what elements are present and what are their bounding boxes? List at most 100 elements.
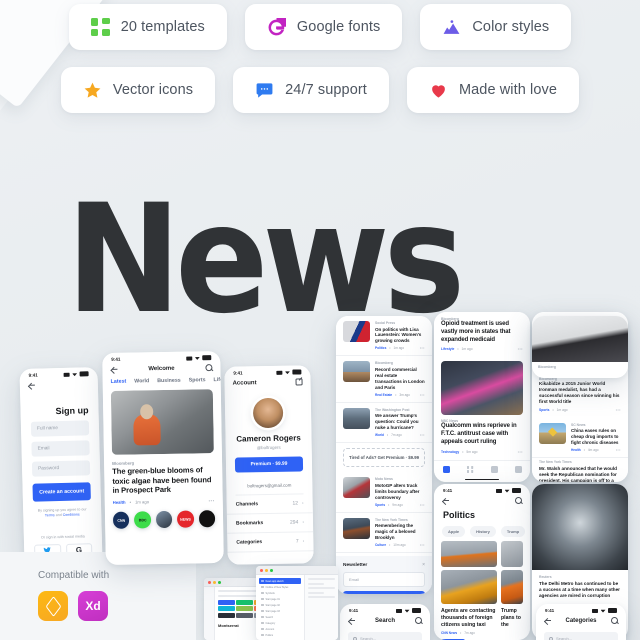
minimize-icon[interactable] — [265, 568, 268, 572]
more-options-icon[interactable]: ••• — [420, 346, 425, 350]
tab-categories-icon[interactable] — [466, 465, 474, 473]
layer-label: News app.sketch — [265, 579, 284, 583]
politics-side-card[interactable]: Trump plans to the — [501, 541, 523, 640]
xd-app-icon[interactable]: Xd — [78, 591, 108, 621]
more-options-icon[interactable]: ••• — [420, 503, 425, 507]
news-card[interactable]: Bloomberg Opioid treatment is used vastl… — [434, 312, 530, 357]
back-icon[interactable] — [28, 382, 35, 389]
badge-color-styles[interactable]: Color styles — [420, 4, 572, 50]
politics-main-card[interactable]: Agents are contacting thousands of forei… — [441, 541, 497, 640]
tool-sidebar[interactable] — [204, 587, 215, 640]
tile-dog[interactable]: Bloomberg — [532, 316, 628, 378]
more-options-icon[interactable]: ••• — [518, 450, 523, 454]
more-options-icon[interactable]: ••• — [420, 433, 425, 437]
subscribe-button[interactable]: Subscribe — [343, 591, 425, 594]
close-icon[interactable] — [208, 580, 211, 584]
swatch[interactable] — [218, 599, 235, 605]
signal-icon — [276, 370, 283, 375]
more-options-icon[interactable]: ••• — [420, 393, 425, 397]
news-card[interactable]: NBC News Qualcomm wins reprieve in F.T.C… — [434, 361, 530, 459]
account-screen: 9:41 Account Cameron Rogers @boltrogers … — [224, 365, 314, 565]
search-input[interactable]: Search... — [348, 632, 422, 640]
minimize-icon[interactable] — [213, 580, 216, 584]
conditions-link[interactable]: Conditions — [63, 513, 80, 517]
more-options-icon[interactable]: ••• — [616, 408, 621, 412]
swatch[interactable] — [218, 606, 235, 611]
categories-search-input[interactable]: Search... — [544, 632, 618, 640]
tab-bookmarks-icon[interactable] — [490, 465, 498, 473]
tab-life[interactable]: Life — [213, 377, 223, 383]
back-icon[interactable] — [442, 497, 449, 504]
inspector-panel[interactable] — [304, 575, 338, 640]
premium-promo-banner[interactable]: Tired of Ads? Get Premium · $9.99 — [343, 448, 425, 468]
back-icon[interactable] — [110, 366, 117, 373]
news-title: Kikabidze a 2015 Junior World Ironman me… — [539, 381, 620, 404]
chip-trump[interactable]: Trump — [500, 526, 526, 537]
more-options-icon[interactable]: ••• — [518, 347, 523, 351]
swatch[interactable] — [236, 606, 253, 611]
news-list-item[interactable]: SC News China eases rules on cheap drug … — [532, 418, 628, 459]
maximize-icon[interactable] — [270, 568, 273, 572]
back-icon[interactable] — [348, 617, 355, 624]
close-icon[interactable]: × — [422, 562, 425, 568]
terms-link[interactable]: Terms — [45, 514, 55, 518]
email-field[interactable]: Email — [31, 440, 90, 457]
create-account-button[interactable]: Create an account — [32, 482, 91, 502]
newsletter-email-input[interactable]: Email — [343, 572, 425, 587]
badge-templates[interactable]: 20 templates — [68, 4, 227, 50]
news-body: The Washington Post We answer Trump's qu… — [375, 408, 425, 437]
tab-home-icon[interactable] — [442, 465, 450, 473]
layer-item[interactable]: Politics — [259, 632, 301, 638]
avatar[interactable]: CNN — [112, 511, 130, 530]
swatch[interactable] — [218, 612, 235, 618]
badge-label: Color styles — [472, 19, 550, 35]
search-icon[interactable] — [414, 617, 422, 624]
badge-vector-icons[interactable]: Vector icons — [60, 67, 216, 113]
more-options-icon[interactable]: ••• — [616, 448, 621, 452]
premium-button[interactable]: Premium · $9.99 — [234, 456, 304, 473]
badge-support[interactable]: 24/7 support — [233, 67, 389, 113]
chip-history[interactable]: History — [470, 526, 496, 537]
news-list-item[interactable]: Bloomberg Record commercial real estate … — [336, 356, 432, 403]
article-title[interactable]: The green-blue blooms of toxic algae hav… — [104, 465, 222, 496]
tab-sports[interactable]: Sports — [189, 377, 206, 383]
news-list-item[interactable]: The New York Times Remembering the magic… — [336, 513, 432, 553]
swatch[interactable] — [236, 612, 253, 618]
layer-label: Search — [265, 615, 274, 619]
tab-latest[interactable]: Latest — [111, 379, 127, 385]
avatar[interactable] — [155, 511, 173, 529]
badge-google-fonts[interactable]: Google fonts — [244, 4, 403, 50]
sketch-app-icon[interactable] — [38, 591, 68, 621]
back-icon[interactable] — [544, 617, 551, 624]
tab-business[interactable]: Business — [157, 378, 181, 384]
politics-navbar — [434, 494, 530, 508]
chip-apple[interactable]: Apple — [442, 526, 466, 537]
avatar[interactable]: BBC — [134, 511, 152, 529]
news-list-item[interactable]: The Washington Post We answer Trump's qu… — [336, 403, 432, 444]
avatar[interactable]: NEWS — [177, 510, 194, 528]
search-icon[interactable] — [205, 364, 212, 371]
search-icon[interactable] — [515, 497, 522, 504]
badge-made-with-love[interactable]: Made with love — [406, 67, 580, 113]
more-options-icon[interactable]: ••• — [420, 543, 425, 547]
swatch[interactable] — [236, 599, 253, 605]
account-row-channels[interactable]: Channels 12 › — [226, 494, 313, 515]
edit-icon[interactable] — [295, 378, 303, 386]
news-list-item[interactable]: Moto News MotoGP alters track limits bou… — [336, 472, 432, 513]
news-list-item[interactable]: Social Press On politics with Lisa Lauen… — [336, 316, 432, 357]
tab-world[interactable]: World — [134, 378, 149, 384]
close-icon[interactable] — [260, 568, 263, 572]
account-row-categories[interactable]: Categories 7 › — [227, 532, 314, 553]
news-card[interactable]: The New York Times Mr. Walsh announced t… — [532, 458, 628, 482]
password-field[interactable]: Password — [31, 460, 91, 477]
fullname-field[interactable]: Full name — [30, 420, 90, 437]
news-meta: Lifestyle • 1m ago ••• — [441, 347, 523, 351]
maximize-icon[interactable] — [218, 580, 221, 584]
avatar[interactable] — [198, 510, 216, 528]
layers-panel[interactable]: News app.sketch Outline of New Styles Sy… — [256, 575, 304, 640]
grid-icon — [90, 18, 110, 36]
search-icon[interactable] — [610, 617, 618, 624]
more-options-icon[interactable]: ••• — [209, 498, 215, 503]
account-row-bookmarks[interactable]: Bookmarks 294 › — [226, 513, 314, 534]
tab-profile-icon[interactable] — [514, 465, 522, 473]
